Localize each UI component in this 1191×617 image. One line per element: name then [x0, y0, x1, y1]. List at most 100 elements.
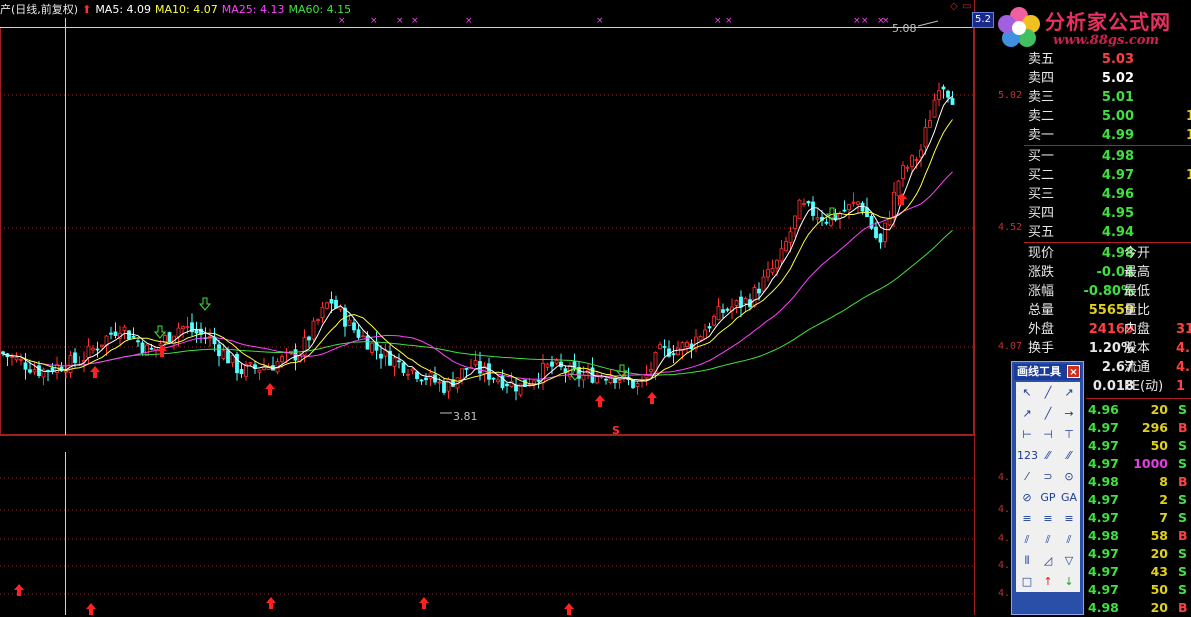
stat-label: 涨跌 — [1028, 265, 1055, 280]
ray-tool[interactable]: ↗ — [1059, 383, 1079, 402]
candlestick-chart-area[interactable]: × × × × × × × × × × × × 产(日线,前复权) ⬆ MA5: 4.09 MA10: 4.… — [0, 0, 1022, 615]
text-tool[interactable]: 123 — [1017, 446, 1038, 465]
drawing-toolbox[interactable]: 画线工具 × ↖ ╱ ↗ ↗ ╱ → ⊢ ⊣ ⊤ 123 ⁄⁄ ⁄⁄ ⁄ ⊃ ⊙ ⊘ GP GA ≡ ≡ ≡ ⫽ ⫽ ⫽ ⦀ ◿ ▽… — [1011, 361, 1084, 615]
top-marker-icon: × — [725, 16, 733, 26]
down-arrow-tool[interactable]: ↓ — [1059, 572, 1079, 591]
candle-body — [392, 357, 397, 367]
candle-body — [329, 299, 334, 304]
candle-body — [676, 347, 680, 355]
channel-tool[interactable]: ⁄⁄ — [1059, 446, 1079, 465]
gann-tool[interactable]: ⫽ — [1038, 530, 1058, 549]
order-sell-row: 卖三 5.01 — [1026, 88, 1191, 107]
restore-icon[interactable]: ▭ — [962, 2, 972, 12]
price-tick-1: 5.02 — [998, 90, 1023, 101]
fibonacci-tool[interactable]: ≡ — [1017, 509, 1037, 528]
chart-title-bar: 产(日线,前复权) ⬆ MA5: 4.09 MA10: 4.07 MA25: 4.13 M… — [0, 1, 355, 16]
pointer-tool[interactable]: ↖ — [1017, 383, 1037, 402]
parallel-lines-tool[interactable]: ⁄⁄ — [1038, 446, 1058, 465]
candle-body — [941, 86, 946, 90]
segment-tool[interactable]: ╱ — [1038, 404, 1058, 423]
order-label: 卖二 — [1028, 109, 1055, 124]
candle-body — [122, 326, 127, 331]
stat-value-2: 4.6 — [1176, 360, 1191, 375]
circle-tool[interactable]: ⊙ — [1059, 467, 1079, 486]
candle-body — [721, 309, 725, 313]
ticks-divider — [1086, 398, 1191, 399]
lower-tick-2: 4. — [998, 504, 1011, 515]
arrow-line-tool[interactable]: ↗ — [1017, 404, 1037, 423]
speed-line-tool[interactable]: ▽ — [1059, 551, 1079, 570]
candle-body — [131, 335, 136, 338]
trend-arc-tool[interactable]: ⁄ — [1017, 467, 1037, 486]
tick-volume: 58 — [1150, 528, 1168, 543]
candle-body — [226, 350, 230, 364]
order-buy-row: 买三 4.96 — [1026, 185, 1191, 204]
fan-tool[interactable]: ⫽ — [1017, 530, 1037, 549]
tick-price: 4.97 — [1088, 564, 1119, 579]
candle-body — [370, 342, 374, 353]
order-label: 买三 — [1028, 187, 1055, 202]
candle-body — [685, 342, 689, 347]
candle-body — [536, 379, 541, 382]
stat-label: 总量 — [1028, 303, 1055, 318]
candle-body — [91, 347, 95, 351]
candle-body — [442, 381, 446, 393]
cycle-lines-tool[interactable]: ⦀ — [1017, 551, 1037, 570]
stat-label-2: 流通 — [1124, 360, 1151, 375]
close-icon[interactable]: × — [1067, 365, 1080, 378]
tick-price: 4.97 — [1088, 510, 1119, 525]
ellipse-tool[interactable]: ⊘ — [1017, 488, 1037, 507]
candle-body — [910, 155, 914, 167]
rect-tool[interactable]: □ — [1017, 572, 1037, 591]
candle-body — [136, 340, 140, 343]
vertical-line-tool[interactable]: ⊤ — [1059, 425, 1079, 444]
candle-body — [257, 369, 262, 373]
candle-body — [415, 371, 419, 379]
candle-body — [824, 221, 829, 224]
price-tick-3: 4.07 — [998, 341, 1023, 352]
candle-body — [23, 362, 28, 370]
candle-body — [460, 368, 464, 380]
price-tick-2: 4.52 — [998, 222, 1023, 233]
candle-body — [635, 383, 640, 387]
candle-body — [325, 302, 329, 309]
percent-tool[interactable]: ≡ — [1038, 509, 1058, 528]
extended-horizontal-tool[interactable]: ⊣ — [1038, 425, 1058, 444]
candle-body — [397, 360, 401, 363]
candle-body — [779, 248, 784, 262]
tick-row: 4.97 50 S — [1086, 581, 1191, 599]
tick-side: S — [1178, 402, 1188, 417]
buy-arrow-icon — [265, 383, 275, 395]
up-arrow-tool[interactable]: ↑ — [1038, 572, 1058, 591]
top-marker-icon: × — [861, 16, 869, 26]
candle-body — [419, 379, 424, 382]
ma25-legend: MA25: 4.13 — [221, 3, 285, 16]
candle-body — [320, 306, 325, 319]
gann-square-tool[interactable]: ⫽ — [1059, 530, 1079, 549]
line-tool[interactable]: ╱ — [1038, 383, 1058, 402]
candle-body — [356, 329, 361, 338]
toolbox-titlebar[interactable]: 画线工具 × — [1014, 364, 1081, 380]
horizontal-line-tool[interactable]: → — [1059, 404, 1079, 423]
candle-body — [752, 287, 757, 307]
tick-price: 4.97 — [1088, 546, 1119, 561]
high-pointer-line — [917, 20, 939, 27]
order-price: 4.98 — [1101, 149, 1134, 164]
candle-body — [338, 306, 343, 310]
kline-chart[interactable]: × × × × × × × × × × ×× — [0, 0, 975, 615]
candle-body — [883, 222, 887, 242]
stat-label: 涨幅 — [1028, 284, 1055, 299]
ga-tool[interactable]: GA — [1059, 488, 1079, 507]
golden-tool[interactable]: ≡ — [1059, 509, 1079, 528]
gp-tool[interactable]: GP — [1038, 488, 1058, 507]
candle-body — [514, 384, 518, 392]
tick-side: S — [1178, 564, 1188, 579]
arc-tool[interactable]: ⊃ — [1038, 467, 1058, 486]
ma10-line — [2, 119, 953, 385]
candle-body — [856, 201, 860, 205]
stat-row: 涨幅 -0.80% 最低 — [1026, 282, 1191, 301]
box-tool[interactable]: ◿ — [1038, 551, 1058, 570]
horizontal-segment-tool[interactable]: ⊢ — [1017, 425, 1037, 444]
candle-body — [671, 353, 676, 356]
diamond-icon[interactable]: ◇ — [950, 2, 960, 12]
